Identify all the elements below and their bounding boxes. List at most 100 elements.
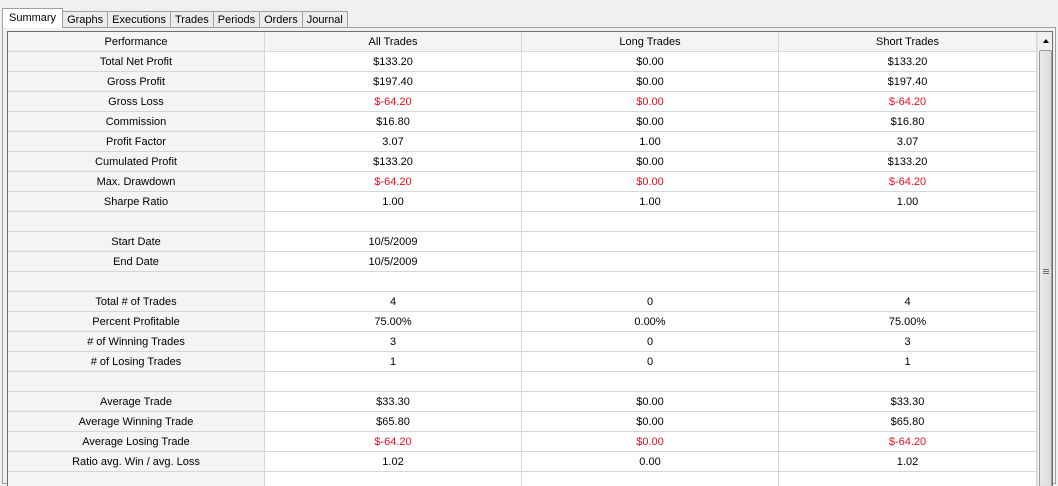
row-label: Sharpe Ratio xyxy=(8,192,265,212)
column-header-all-trades[interactable]: All Trades xyxy=(265,32,522,52)
short-trades-cell: $16.80 xyxy=(779,112,1037,132)
row-label: # of Losing Trades xyxy=(8,352,265,372)
table-row: Cumulated Profit $133.20 $0.00 $133.20 xyxy=(8,152,1037,172)
all-trades-cell: 1.02 xyxy=(265,452,522,472)
short-trades-cell xyxy=(779,232,1037,252)
table-row xyxy=(8,372,1037,392)
short-trades-cell: 4 xyxy=(779,292,1037,312)
long-trades-cell: $0.00 xyxy=(522,432,779,452)
long-trades-cell: $0.00 xyxy=(522,412,779,432)
all-trades-cell: 1 xyxy=(265,352,522,372)
long-trades-cell: 0 xyxy=(522,352,779,372)
all-trades-cell: 3 xyxy=(265,332,522,352)
scroll-up-arrow-icon[interactable] xyxy=(1038,32,1052,49)
summary-panel: Performance All Trades Long Trades Short… xyxy=(2,27,1056,486)
column-header-long-trades[interactable]: Long Trades xyxy=(522,32,779,52)
long-trades-cell xyxy=(522,252,779,272)
all-trades-cell: $33.30 xyxy=(265,392,522,412)
all-trades-cell: 4 xyxy=(265,292,522,312)
long-trades-cell: $0.00 xyxy=(522,172,779,192)
table-row: Average Trade $33.30 $0.00 $33.30 xyxy=(8,392,1037,412)
row-label: Commission xyxy=(8,112,265,132)
tab-trades[interactable]: Trades xyxy=(169,11,214,28)
all-trades-cell: 10/5/2009 xyxy=(265,232,522,252)
long-trades-cell: 0 xyxy=(522,292,779,312)
short-trades-cell: $-64.20 xyxy=(779,92,1037,112)
table-row: Sharpe Ratio 1.00 1.00 1.00 xyxy=(8,192,1037,212)
scrollbar-thumb[interactable] xyxy=(1039,50,1052,486)
table-row xyxy=(8,212,1037,232)
vertical-scrollbar[interactable] xyxy=(1037,32,1052,486)
all-trades-cell xyxy=(265,272,522,292)
all-trades-cell: 1.00 xyxy=(265,192,522,212)
grid-body: Total Net Profit $133.20 $0.00 $133.20 Gross… xyxy=(8,52,1037,486)
table-row: Commission $16.80 $0.00 $16.80 xyxy=(8,112,1037,132)
performance-grid-frame: Performance All Trades Long Trades Short… xyxy=(7,31,1053,486)
short-trades-cell: 3.07 xyxy=(779,132,1037,152)
table-row: Total # of Trades 4 0 4 xyxy=(8,292,1037,312)
short-trades-cell: $133.20 xyxy=(779,52,1037,72)
long-trades-cell: 0 xyxy=(522,332,779,352)
short-trades-cell: 1.00 xyxy=(779,192,1037,212)
table-row: Percent Profitable 75.00% 0.00% 75.00% xyxy=(8,312,1037,332)
tab-executions[interactable]: Executions xyxy=(107,11,171,28)
all-trades-cell: $133.20 xyxy=(265,52,522,72)
row-label: Average Winning Trade xyxy=(8,412,265,432)
tab-graphs[interactable]: Graphs xyxy=(62,11,109,28)
row-label xyxy=(8,212,265,232)
short-trades-cell xyxy=(779,372,1037,392)
table-row: Gross Profit $197.40 $0.00 $197.40 xyxy=(8,72,1037,92)
long-trades-cell xyxy=(522,372,779,392)
tab-summary[interactable]: Summary xyxy=(2,8,64,28)
short-trades-cell: 75.00% xyxy=(779,312,1037,332)
short-trades-cell xyxy=(779,252,1037,272)
table-row: # of Winning Trades 3 0 3 xyxy=(8,332,1037,352)
long-trades-cell: $0.00 xyxy=(522,392,779,412)
row-label: End Date xyxy=(8,252,265,272)
short-trades-cell: $-64.20 xyxy=(779,172,1037,192)
row-label: Average Losing Trade xyxy=(8,432,265,452)
table-row: # of Losing Trades 1 0 1 xyxy=(8,352,1037,372)
short-trades-cell: $33.30 xyxy=(779,392,1037,412)
short-trades-cell: $133.20 xyxy=(779,152,1037,172)
long-trades-cell xyxy=(522,212,779,232)
all-trades-cell: $133.20 xyxy=(265,152,522,172)
short-trades-cell: 3 xyxy=(779,332,1037,352)
long-trades-cell xyxy=(522,272,779,292)
table-row: Total Net Profit $133.20 $0.00 $133.20 xyxy=(8,52,1037,72)
short-trades-cell xyxy=(779,272,1037,292)
table-row: End Date 10/5/2009 xyxy=(8,252,1037,272)
row-label: Max. Drawdown xyxy=(8,172,265,192)
all-trades-cell: 10/5/2009 xyxy=(265,252,522,272)
column-header-short-trades[interactable]: Short Trades xyxy=(779,32,1037,52)
table-row: Start Date 10/5/2009 xyxy=(8,232,1037,252)
table-row: Profit Factor 3.07 1.00 3.07 xyxy=(8,132,1037,152)
long-trades-cell: $0.00 xyxy=(522,152,779,172)
grid-header-row: Performance All Trades Long Trades Short… xyxy=(8,32,1037,52)
row-label: Average Trade xyxy=(8,392,265,412)
all-trades-cell: $-64.20 xyxy=(265,172,522,192)
long-trades-cell: $0.00 xyxy=(522,112,779,132)
all-trades-cell: $16.80 xyxy=(265,112,522,132)
long-trades-cell: $0.00 xyxy=(522,72,779,92)
long-trades-cell xyxy=(522,232,779,252)
table-row: Max. Drawdown $-64.20 $0.00 $-64.20 xyxy=(8,172,1037,192)
row-label: Gross Profit xyxy=(8,72,265,92)
tab-orders[interactable]: Orders xyxy=(259,11,303,28)
table-row: Gross Loss $-64.20 $0.00 $-64.20 xyxy=(8,92,1037,112)
row-label xyxy=(8,372,265,392)
column-header-performance[interactable]: Performance xyxy=(8,32,265,52)
performance-grid: Performance All Trades Long Trades Short… xyxy=(8,32,1037,486)
all-trades-cell: $-64.20 xyxy=(265,92,522,112)
long-trades-cell: $0.00 xyxy=(522,92,779,112)
row-label: Percent Profitable xyxy=(8,312,265,332)
table-row xyxy=(8,272,1037,292)
tab-periods[interactable]: Periods xyxy=(212,11,261,28)
all-trades-cell xyxy=(265,372,522,392)
all-trades-cell: 75.00% xyxy=(265,312,522,332)
tab-strip: Summary Graphs Executions Trades Periods Orde… xyxy=(2,8,348,28)
tab-journal[interactable]: Journal xyxy=(301,11,348,28)
table-row: Average Winning Trade $65.80 $0.00 $65.80 xyxy=(8,412,1037,432)
row-label: Ratio avg. Win / avg. Loss xyxy=(8,452,265,472)
short-trades-cell: $65.80 xyxy=(779,412,1037,432)
